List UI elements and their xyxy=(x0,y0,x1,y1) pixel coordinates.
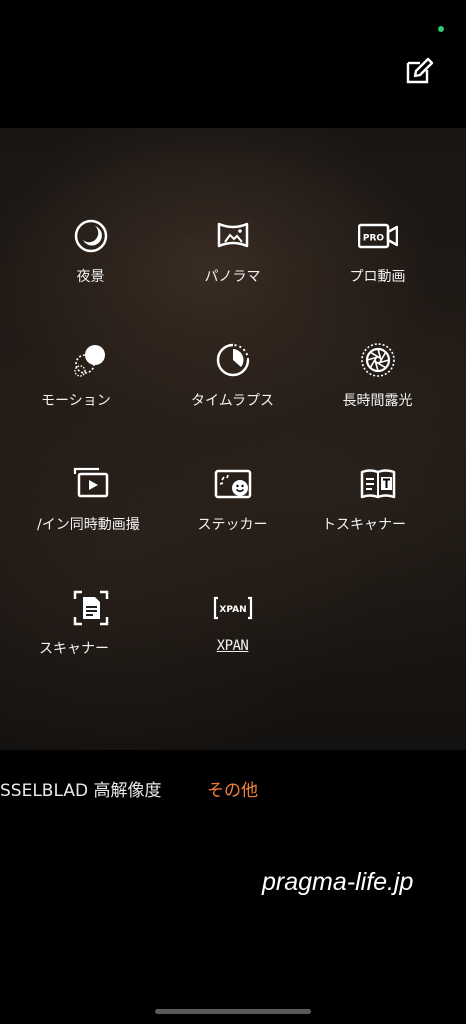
mode-grid-panel: 夜景 パノラマ PRO プロ動画 モーション タイムラプス 長時間露光 /イン同… xyxy=(0,128,466,750)
top-bar xyxy=(0,0,466,128)
mode-label: 夜景 xyxy=(76,269,105,285)
mode-pro-video[interactable]: PRO プロ動画 xyxy=(300,216,455,326)
mode-label: タイムラプス xyxy=(190,393,275,409)
xpan-icon: XPAN xyxy=(213,588,253,628)
mode-label: プロ動画 xyxy=(349,269,406,285)
mode-tab-strip: SSELBLAD 高解像度 その他 xyxy=(0,776,466,804)
svg-text:XPAN: XPAN xyxy=(219,605,246,615)
panorama-icon xyxy=(213,216,253,256)
mode-panorama[interactable]: パノラマ xyxy=(155,216,310,326)
pro-video-icon: PRO xyxy=(357,216,398,256)
mode-label: パノラマ xyxy=(204,269,261,285)
mode-label: 長時間露光 xyxy=(342,393,413,409)
home-indicator[interactable] xyxy=(155,1009,311,1014)
tab-other[interactable]: その他 xyxy=(207,776,258,801)
document-scanner-icon xyxy=(71,588,111,628)
edit-icon xyxy=(406,57,434,84)
long-exposure-icon xyxy=(358,340,398,380)
mode-motion[interactable]: モーション xyxy=(13,340,168,450)
mode-label: ステッカー xyxy=(197,517,268,533)
mode-text-scanner[interactable]: トスキャナー xyxy=(300,464,455,574)
motion-icon xyxy=(71,340,111,380)
watermark: pragma-life.jp xyxy=(262,868,414,896)
tab-hasselblad-high-res[interactable]: SSELBLAD 高解像度 xyxy=(0,776,170,801)
dual-view-icon xyxy=(71,464,111,504)
sticker-icon xyxy=(213,464,253,504)
mode-dual-view-video[interactable]: /イン同時動画撮 xyxy=(13,464,168,574)
mode-long-exposure[interactable]: 長時間露光 xyxy=(300,340,455,450)
mode-timelapse[interactable]: タイムラプス xyxy=(155,340,310,450)
timelapse-icon xyxy=(213,340,253,380)
status-dot xyxy=(438,26,444,32)
mode-label: XPAN xyxy=(216,638,249,654)
night-icon xyxy=(71,216,111,256)
svg-text:PRO: PRO xyxy=(362,234,384,244)
mode-label: トスキャナー xyxy=(322,517,406,533)
text-scanner-icon xyxy=(358,464,398,504)
mode-night[interactable]: 夜景 xyxy=(13,216,168,326)
mode-document-scanner[interactable]: スキャナー xyxy=(13,588,168,698)
edit-button[interactable] xyxy=(402,54,436,88)
mode-sticker[interactable]: ステッカー xyxy=(155,464,310,574)
mode-xpan[interactable]: XPAN XPAN xyxy=(155,588,310,698)
